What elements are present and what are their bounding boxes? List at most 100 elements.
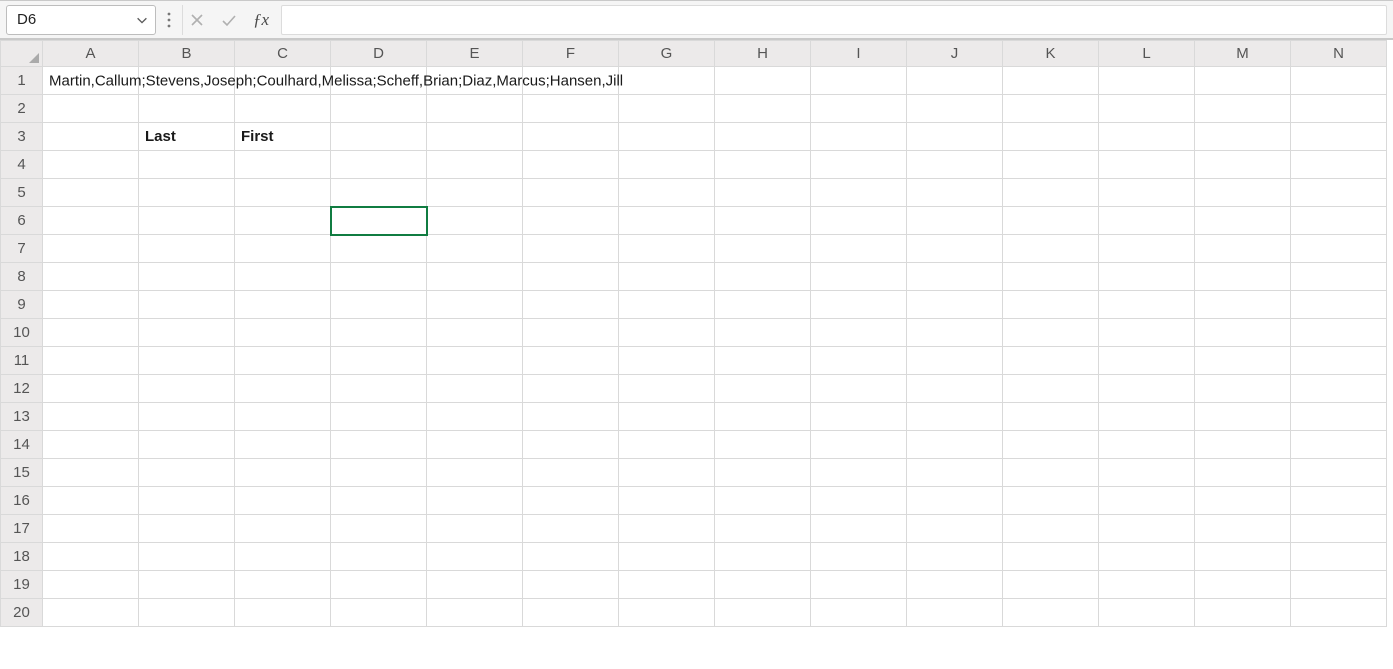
cell-F19[interactable] <box>523 571 619 599</box>
cell-D16[interactable] <box>331 487 427 515</box>
cell-F7[interactable] <box>523 235 619 263</box>
cell-N1[interactable] <box>1291 67 1387 95</box>
cell-J9[interactable] <box>907 291 1003 319</box>
cell-I16[interactable] <box>811 487 907 515</box>
cell-F14[interactable] <box>523 431 619 459</box>
cell-M19[interactable] <box>1195 571 1291 599</box>
cell-I11[interactable] <box>811 347 907 375</box>
cell-H3[interactable] <box>715 123 811 151</box>
cell-M16[interactable] <box>1195 487 1291 515</box>
cell-N13[interactable] <box>1291 403 1387 431</box>
cell-M11[interactable] <box>1195 347 1291 375</box>
cell-C16[interactable] <box>235 487 331 515</box>
cell-G20[interactable] <box>619 599 715 627</box>
cell-K15[interactable] <box>1003 459 1099 487</box>
cell-I12[interactable] <box>811 375 907 403</box>
cell-G14[interactable] <box>619 431 715 459</box>
column-header-E[interactable]: E <box>427 41 523 67</box>
cell-L5[interactable] <box>1099 179 1195 207</box>
cell-L11[interactable] <box>1099 347 1195 375</box>
cell-B8[interactable] <box>139 263 235 291</box>
cell-B6[interactable] <box>139 207 235 235</box>
cell-M8[interactable] <box>1195 263 1291 291</box>
cell-G7[interactable] <box>619 235 715 263</box>
enter-button[interactable] <box>219 10 239 30</box>
cell-N6[interactable] <box>1291 207 1387 235</box>
cell-L1[interactable] <box>1099 67 1195 95</box>
row-header-16[interactable]: 16 <box>1 487 43 515</box>
row-header-18[interactable]: 18 <box>1 543 43 571</box>
cell-F2[interactable] <box>523 95 619 123</box>
cell-H11[interactable] <box>715 347 811 375</box>
cell-F5[interactable] <box>523 179 619 207</box>
cell-D18[interactable] <box>331 543 427 571</box>
row-header-11[interactable]: 11 <box>1 347 43 375</box>
cell-grid[interactable]: ABCDEFGHIJKLMN 1Martin,Callum;Stevens,Jo… <box>0 40 1393 669</box>
cell-I13[interactable] <box>811 403 907 431</box>
cell-I17[interactable] <box>811 515 907 543</box>
cell-L3[interactable] <box>1099 123 1195 151</box>
cell-G1[interactable] <box>619 67 715 95</box>
cell-A14[interactable] <box>43 431 139 459</box>
cell-D3[interactable] <box>331 123 427 151</box>
cell-D17[interactable] <box>331 515 427 543</box>
cell-H19[interactable] <box>715 571 811 599</box>
cell-H5[interactable] <box>715 179 811 207</box>
cell-B18[interactable] <box>139 543 235 571</box>
cell-I9[interactable] <box>811 291 907 319</box>
cell-N7[interactable] <box>1291 235 1387 263</box>
cell-J18[interactable] <box>907 543 1003 571</box>
cell-M3[interactable] <box>1195 123 1291 151</box>
cell-L9[interactable] <box>1099 291 1195 319</box>
cell-N18[interactable] <box>1291 543 1387 571</box>
cell-H16[interactable] <box>715 487 811 515</box>
cell-A16[interactable] <box>43 487 139 515</box>
cell-N20[interactable] <box>1291 599 1387 627</box>
cell-B10[interactable] <box>139 319 235 347</box>
cell-A7[interactable] <box>43 235 139 263</box>
cell-C2[interactable] <box>235 95 331 123</box>
cell-L10[interactable] <box>1099 319 1195 347</box>
cell-F10[interactable] <box>523 319 619 347</box>
cell-H4[interactable] <box>715 151 811 179</box>
cell-E4[interactable] <box>427 151 523 179</box>
cell-K16[interactable] <box>1003 487 1099 515</box>
cell-A13[interactable] <box>43 403 139 431</box>
cell-F4[interactable] <box>523 151 619 179</box>
cell-D20[interactable] <box>331 599 427 627</box>
cell-A8[interactable] <box>43 263 139 291</box>
cell-I19[interactable] <box>811 571 907 599</box>
cell-B7[interactable] <box>139 235 235 263</box>
cell-K5[interactable] <box>1003 179 1099 207</box>
cell-I2[interactable] <box>811 95 907 123</box>
cell-K18[interactable] <box>1003 543 1099 571</box>
cell-A1[interactable]: Martin,Callum;Stevens,Joseph;Coulhard,Me… <box>43 67 139 95</box>
cell-C14[interactable] <box>235 431 331 459</box>
cell-J15[interactable] <box>907 459 1003 487</box>
cell-L17[interactable] <box>1099 515 1195 543</box>
cell-M6[interactable] <box>1195 207 1291 235</box>
cell-G5[interactable] <box>619 179 715 207</box>
cell-E11[interactable] <box>427 347 523 375</box>
row-header-7[interactable]: 7 <box>1 235 43 263</box>
cell-M4[interactable] <box>1195 151 1291 179</box>
column-header-H[interactable]: H <box>715 41 811 67</box>
cell-C3[interactable]: First <box>235 123 331 151</box>
cell-B11[interactable] <box>139 347 235 375</box>
row-header-1[interactable]: 1 <box>1 67 43 95</box>
cell-F20[interactable] <box>523 599 619 627</box>
row-header-6[interactable]: 6 <box>1 207 43 235</box>
cell-L19[interactable] <box>1099 571 1195 599</box>
cell-M9[interactable] <box>1195 291 1291 319</box>
cell-D6[interactable] <box>331 207 427 235</box>
cell-M12[interactable] <box>1195 375 1291 403</box>
cell-B20[interactable] <box>139 599 235 627</box>
row-header-12[interactable]: 12 <box>1 375 43 403</box>
cell-A4[interactable] <box>43 151 139 179</box>
cell-J4[interactable] <box>907 151 1003 179</box>
select-all-corner[interactable] <box>1 41 43 67</box>
column-header-D[interactable]: D <box>331 41 427 67</box>
cell-J19[interactable] <box>907 571 1003 599</box>
cell-L8[interactable] <box>1099 263 1195 291</box>
row-header-2[interactable]: 2 <box>1 95 43 123</box>
